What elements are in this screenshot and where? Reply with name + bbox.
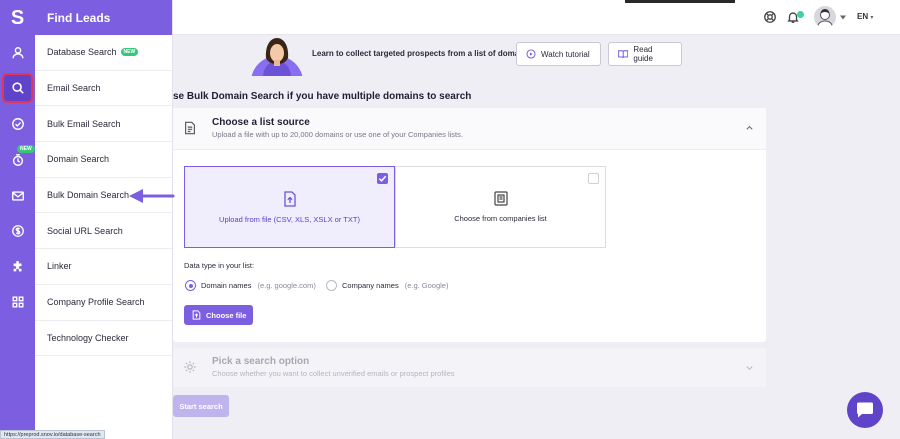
grid-icon[interactable] bbox=[0, 287, 35, 317]
chevron-up-icon[interactable] bbox=[745, 123, 754, 132]
menu-item-label: Company Profile Search bbox=[47, 297, 145, 308]
file-upload-icon bbox=[283, 190, 296, 207]
menu-item-social-url-search[interactable]: Social URL Search bbox=[35, 213, 172, 250]
read-guide-button[interactable]: Read guide bbox=[608, 42, 682, 66]
menu-item-database-search[interactable]: Database Search NEW bbox=[35, 35, 172, 71]
gear-icon bbox=[184, 361, 196, 373]
dollar-icon[interactable] bbox=[0, 216, 35, 246]
upload-file-option[interactable]: Upload from file (CSV, XLS, XSLX or TXT) bbox=[184, 166, 395, 248]
tutorial-presenter-image bbox=[251, 36, 303, 76]
tutorial-banner-text: Learn to collect targeted prospects from… bbox=[312, 49, 531, 58]
company-names-radio-label[interactable]: Company names (e.g. Google) bbox=[342, 281, 448, 290]
play-circle-icon bbox=[526, 49, 536, 59]
step-subtitle: Upload a file with up to 20,000 domains … bbox=[212, 130, 463, 139]
step-title: Pick a search option bbox=[212, 356, 310, 367]
choose-list-source-card: Choose a list source Upload a file with … bbox=[173, 108, 766, 342]
menu-item-linker[interactable]: Linker bbox=[35, 249, 172, 285]
domain-names-radio[interactable] bbox=[185, 280, 196, 291]
option-checkbox[interactable] bbox=[377, 173, 388, 184]
puzzle-icon[interactable] bbox=[0, 252, 35, 282]
step-title: Choose a list source bbox=[212, 117, 310, 128]
menu-item-domain-search[interactable]: Domain Search bbox=[35, 142, 172, 178]
search-icon[interactable] bbox=[2, 73, 33, 103]
find-leads-flyout: Find Leads Database Search NEW Email Sea… bbox=[35, 0, 173, 439]
option-checkbox[interactable] bbox=[588, 173, 599, 184]
mail-icon[interactable] bbox=[0, 181, 35, 211]
check-icon bbox=[378, 175, 387, 182]
chevron-down-icon bbox=[746, 366, 753, 371]
start-search-button[interactable]: Start search bbox=[173, 395, 229, 417]
drip-icon[interactable] bbox=[0, 145, 35, 175]
domain-names-radio-label[interactable]: Domain names (e.g. google.com) bbox=[201, 281, 316, 290]
menu-item-technology-checker[interactable]: Technology Checker bbox=[35, 321, 172, 357]
user-icon[interactable] bbox=[0, 38, 35, 68]
companies-list-option[interactable]: Choose from companies list bbox=[395, 166, 606, 248]
status-url: https://preprod.snov.io/database-search bbox=[0, 430, 105, 439]
choose-file-button[interactable]: Choose file bbox=[184, 305, 253, 325]
menu-item-email-search[interactable]: Email Search bbox=[35, 71, 172, 107]
menu-item-label: Linker bbox=[47, 261, 72, 272]
menu-item-bulk-email-search[interactable]: Bulk Email Search bbox=[35, 106, 172, 143]
menu-item-label: Technology Checker bbox=[47, 332, 129, 343]
menu-item-company-profile-search[interactable]: Company Profile Search bbox=[35, 285, 172, 321]
language-selector[interactable]: EN ▾ bbox=[857, 12, 873, 21]
check-circle-icon[interactable] bbox=[0, 109, 35, 139]
pick-search-option-card: Pick a search option Choose whether you … bbox=[173, 348, 766, 387]
top-overlay-strip bbox=[625, 0, 735, 3]
book-icon bbox=[618, 50, 629, 58]
menu-item-label: Database Search bbox=[47, 47, 117, 58]
menu-item-label: Bulk Email Search bbox=[47, 118, 121, 129]
pointer-arrow-icon bbox=[129, 189, 175, 203]
chevron-down-icon[interactable] bbox=[840, 15, 846, 20]
menu-item-label: Social URL Search bbox=[47, 225, 123, 236]
chat-bubble-icon bbox=[857, 402, 873, 418]
flyout-title: Find Leads bbox=[35, 0, 172, 35]
company-names-radio[interactable] bbox=[326, 280, 337, 291]
menu-item-label: Email Search bbox=[47, 83, 101, 94]
new-badge: NEW bbox=[120, 48, 139, 57]
avatar[interactable] bbox=[814, 6, 836, 28]
help-icon[interactable] bbox=[763, 10, 777, 24]
logo[interactable]: S bbox=[0, 4, 35, 32]
upload-icon bbox=[192, 310, 201, 320]
chat-launcher-button[interactable] bbox=[847, 392, 883, 428]
step-subtitle: Choose whether you want to collect unver… bbox=[212, 369, 455, 378]
page-heading: se Bulk Domain Search if you have multip… bbox=[173, 91, 472, 102]
data-type-label: Data type in your list: bbox=[184, 261, 255, 270]
watch-tutorial-button[interactable]: Watch tutorial bbox=[516, 42, 601, 66]
menu-item-label: Domain Search bbox=[47, 154, 110, 165]
step-header[interactable]: Choose a list source Upload a file with … bbox=[173, 108, 766, 150]
file-list-icon bbox=[185, 121, 195, 135]
companies-list-icon bbox=[493, 191, 508, 206]
icon-rail: S NEW bbox=[0, 0, 35, 439]
notification-dot bbox=[797, 11, 804, 18]
menu-item-label: Bulk Domain Search bbox=[47, 190, 130, 201]
